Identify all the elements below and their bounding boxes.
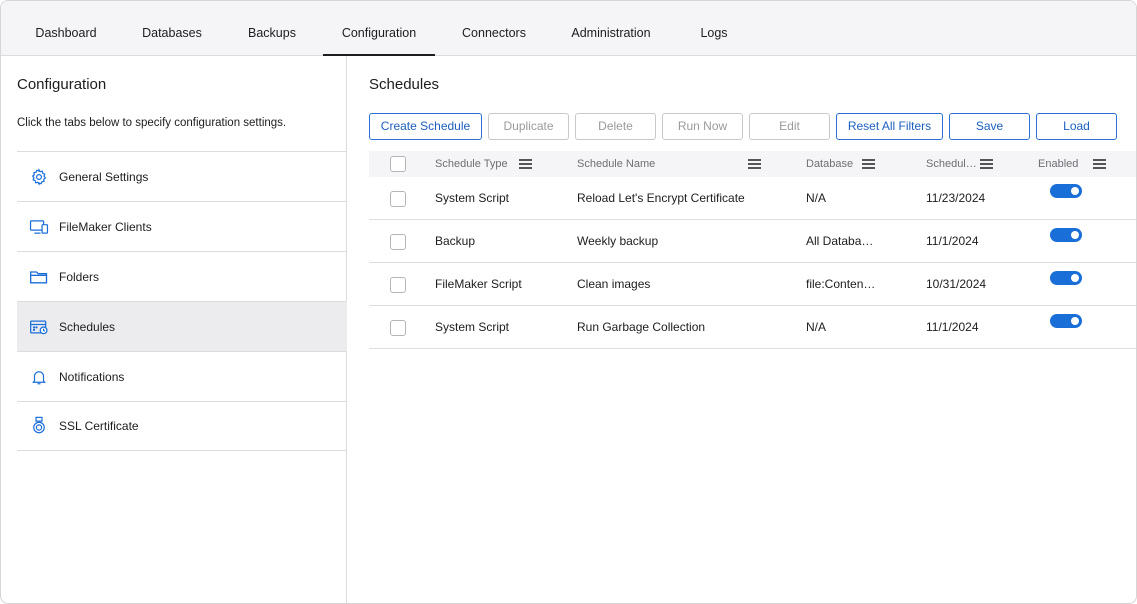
page-title: Schedules (369, 76, 440, 93)
sidebar-item-label: Notifications (59, 369, 125, 384)
cell-database: N/A (806, 191, 827, 205)
row-checkbox[interactable] (390, 320, 406, 336)
sidebar-item-label: General Settings (59, 169, 149, 184)
schedule-icon (29, 317, 49, 337)
reset-filters-button[interactable]: Reset All Filters (836, 113, 943, 140)
row-checkbox[interactable] (390, 277, 406, 293)
column-menu-icon[interactable] (862, 159, 875, 169)
table-row[interactable]: Backup Weekly backup All Databa… 11/1/20… (369, 220, 1136, 263)
table-row[interactable]: System Script Reload Let's Encrypt Certi… (369, 177, 1136, 220)
tab-connectors[interactable]: Connectors (447, 1, 541, 56)
cell-schedule-name: Run Garbage Collection (577, 320, 706, 334)
column-header-schedule-date[interactable]: Schedul… (926, 151, 977, 177)
sidebar-item-schedules[interactable]: Schedules (17, 301, 347, 351)
enabled-toggle[interactable] (1050, 228, 1082, 242)
sidebar-item-label: FileMaker Clients (59, 219, 152, 234)
app-window: Dashboard Databases Backups Configuratio… (0, 0, 1137, 604)
column-header-enabled[interactable]: Enabled (1038, 151, 1078, 177)
sidebar-item-filemaker-clients[interactable]: FileMaker Clients (17, 201, 347, 251)
column-menu-icon[interactable] (980, 159, 993, 169)
tab-databases[interactable]: Databases (129, 1, 215, 56)
sidebar-menu: General Settings FileMaker Clients Folde… (17, 151, 347, 451)
cell-schedule-date: 10/31/2024 (926, 277, 987, 291)
tab-dashboard[interactable]: Dashboard (19, 1, 113, 56)
cell-schedule-name: Clean images (577, 277, 651, 291)
column-menu-icon[interactable] (519, 159, 532, 169)
sidebar-description: Click the tabs below to specify configur… (17, 117, 287, 129)
schedules-panel: Schedules Create Schedule Duplicate Dele… (348, 56, 1136, 603)
column-header-schedule-type[interactable]: Schedule Type (435, 151, 508, 177)
top-nav: Dashboard Databases Backups Configuratio… (1, 1, 1136, 56)
enabled-toggle[interactable] (1050, 314, 1082, 328)
table-row[interactable]: FileMaker Script Clean images file:Conte… (369, 263, 1136, 306)
row-checkbox[interactable] (390, 191, 406, 207)
enabled-toggle[interactable] (1050, 271, 1082, 285)
cell-database: All Databa… (806, 234, 874, 248)
cell-database: file:Conten… (806, 277, 876, 291)
cell-schedule-date: 11/1/2024 (926, 234, 979, 248)
sidebar-item-notifications[interactable]: Notifications (17, 351, 347, 401)
cell-schedule-type: Backup (435, 234, 476, 248)
cell-schedule-date: 11/23/2024 (926, 191, 986, 205)
delete-button[interactable]: Delete (575, 113, 656, 140)
gear-icon (29, 167, 49, 187)
column-menu-icon[interactable] (748, 159, 761, 169)
cell-schedule-date: 11/1/2024 (926, 320, 979, 334)
cell-schedule-type: FileMaker Script (435, 277, 522, 291)
sidebar-item-label: Schedules (59, 319, 116, 334)
sidebar-title: Configuration (17, 76, 107, 93)
tab-configuration[interactable]: Configuration (323, 1, 435, 56)
edit-button[interactable]: Edit (749, 113, 830, 140)
sidebar-item-label: SSL Certificate (59, 419, 139, 433)
column-menu-icon[interactable] (1093, 159, 1106, 169)
tab-logs[interactable]: Logs (687, 1, 741, 56)
cell-schedule-type: System Script (435, 320, 510, 334)
tab-backups[interactable]: Backups (233, 1, 311, 56)
cell-schedule-type: System Script (435, 191, 510, 205)
run-now-button[interactable]: Run Now (662, 113, 743, 140)
config-sidebar: Configuration Click the tabs below to sp… (1, 56, 347, 603)
cell-schedule-name: Weekly backup (577, 234, 659, 248)
column-header-schedule-name[interactable]: Schedule Name (577, 151, 655, 177)
sidebar-item-folders[interactable]: Folders (17, 251, 347, 301)
sidebar-item-general-settings[interactable]: General Settings (17, 151, 347, 201)
folder-icon (29, 267, 49, 287)
load-button[interactable]: Load (1036, 113, 1117, 140)
select-all-checkbox[interactable] (390, 156, 406, 172)
schedules-table: Schedule Type Schedule Name Database Sch… (369, 151, 1136, 349)
certificate-icon (29, 416, 49, 436)
duplicate-button[interactable]: Duplicate (488, 113, 569, 140)
cell-database: N/A (806, 320, 827, 334)
sidebar-item-label: Folders (59, 269, 100, 284)
table-row[interactable]: System Script Run Garbage Collection N/A… (369, 306, 1136, 349)
column-header-database[interactable]: Database (806, 151, 853, 177)
enabled-toggle[interactable] (1050, 184, 1082, 198)
cell-schedule-name: Reload Let's Encrypt Certificate (577, 191, 745, 205)
tab-administration[interactable]: Administration (557, 1, 665, 56)
row-checkbox[interactable] (390, 234, 406, 250)
sidebar-item-ssl-certificate[interactable]: SSL Certificate (17, 401, 347, 451)
bell-icon (29, 367, 49, 387)
devices-icon (29, 217, 49, 237)
table-header: Schedule Type Schedule Name Database Sch… (369, 151, 1136, 177)
create-schedule-button[interactable]: Create Schedule (369, 113, 482, 140)
save-button[interactable]: Save (949, 113, 1030, 140)
